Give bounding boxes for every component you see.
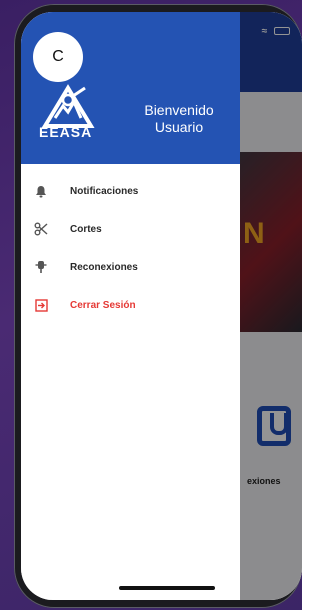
welcome-line-1: Bienvenido xyxy=(144,102,214,118)
menu-item-label: Reconexiones xyxy=(70,261,138,273)
logout-icon xyxy=(33,297,49,313)
menu-item-cortes[interactable]: Cortes xyxy=(21,210,240,248)
menu-item-label: Notificaciones xyxy=(70,185,139,197)
home-indicator[interactable] xyxy=(119,586,215,590)
menu-item-label: Cortes xyxy=(70,223,102,235)
menu-item-notificaciones[interactable]: Notificaciones xyxy=(21,172,240,210)
plug-icon xyxy=(33,259,49,275)
menu-item-cerrar-sesion[interactable]: Cerrar Sesión xyxy=(21,286,240,324)
phone-screen: ≈ N exiones C EEASA Bienvenido Usuario N… xyxy=(21,12,302,600)
bell-icon xyxy=(33,183,49,199)
welcome-line-2: Usuario xyxy=(154,119,204,135)
menu-item-reconexiones[interactable]: Reconexiones xyxy=(21,248,240,286)
drawer-menu: Notificaciones Cortes Reconexiones Cerra… xyxy=(21,172,240,324)
navigation-drawer: C EEASA Bienvenido Usuario Notificacione… xyxy=(21,12,240,600)
drawer-header: C EEASA Bienvenido Usuario xyxy=(21,12,240,164)
scissors-icon xyxy=(33,221,49,237)
menu-item-label: Cerrar Sesión xyxy=(70,299,136,311)
welcome-message: Bienvenido Usuario xyxy=(129,102,229,136)
avatar[interactable]: C xyxy=(33,32,83,82)
logo-text: EEASA xyxy=(39,124,93,140)
